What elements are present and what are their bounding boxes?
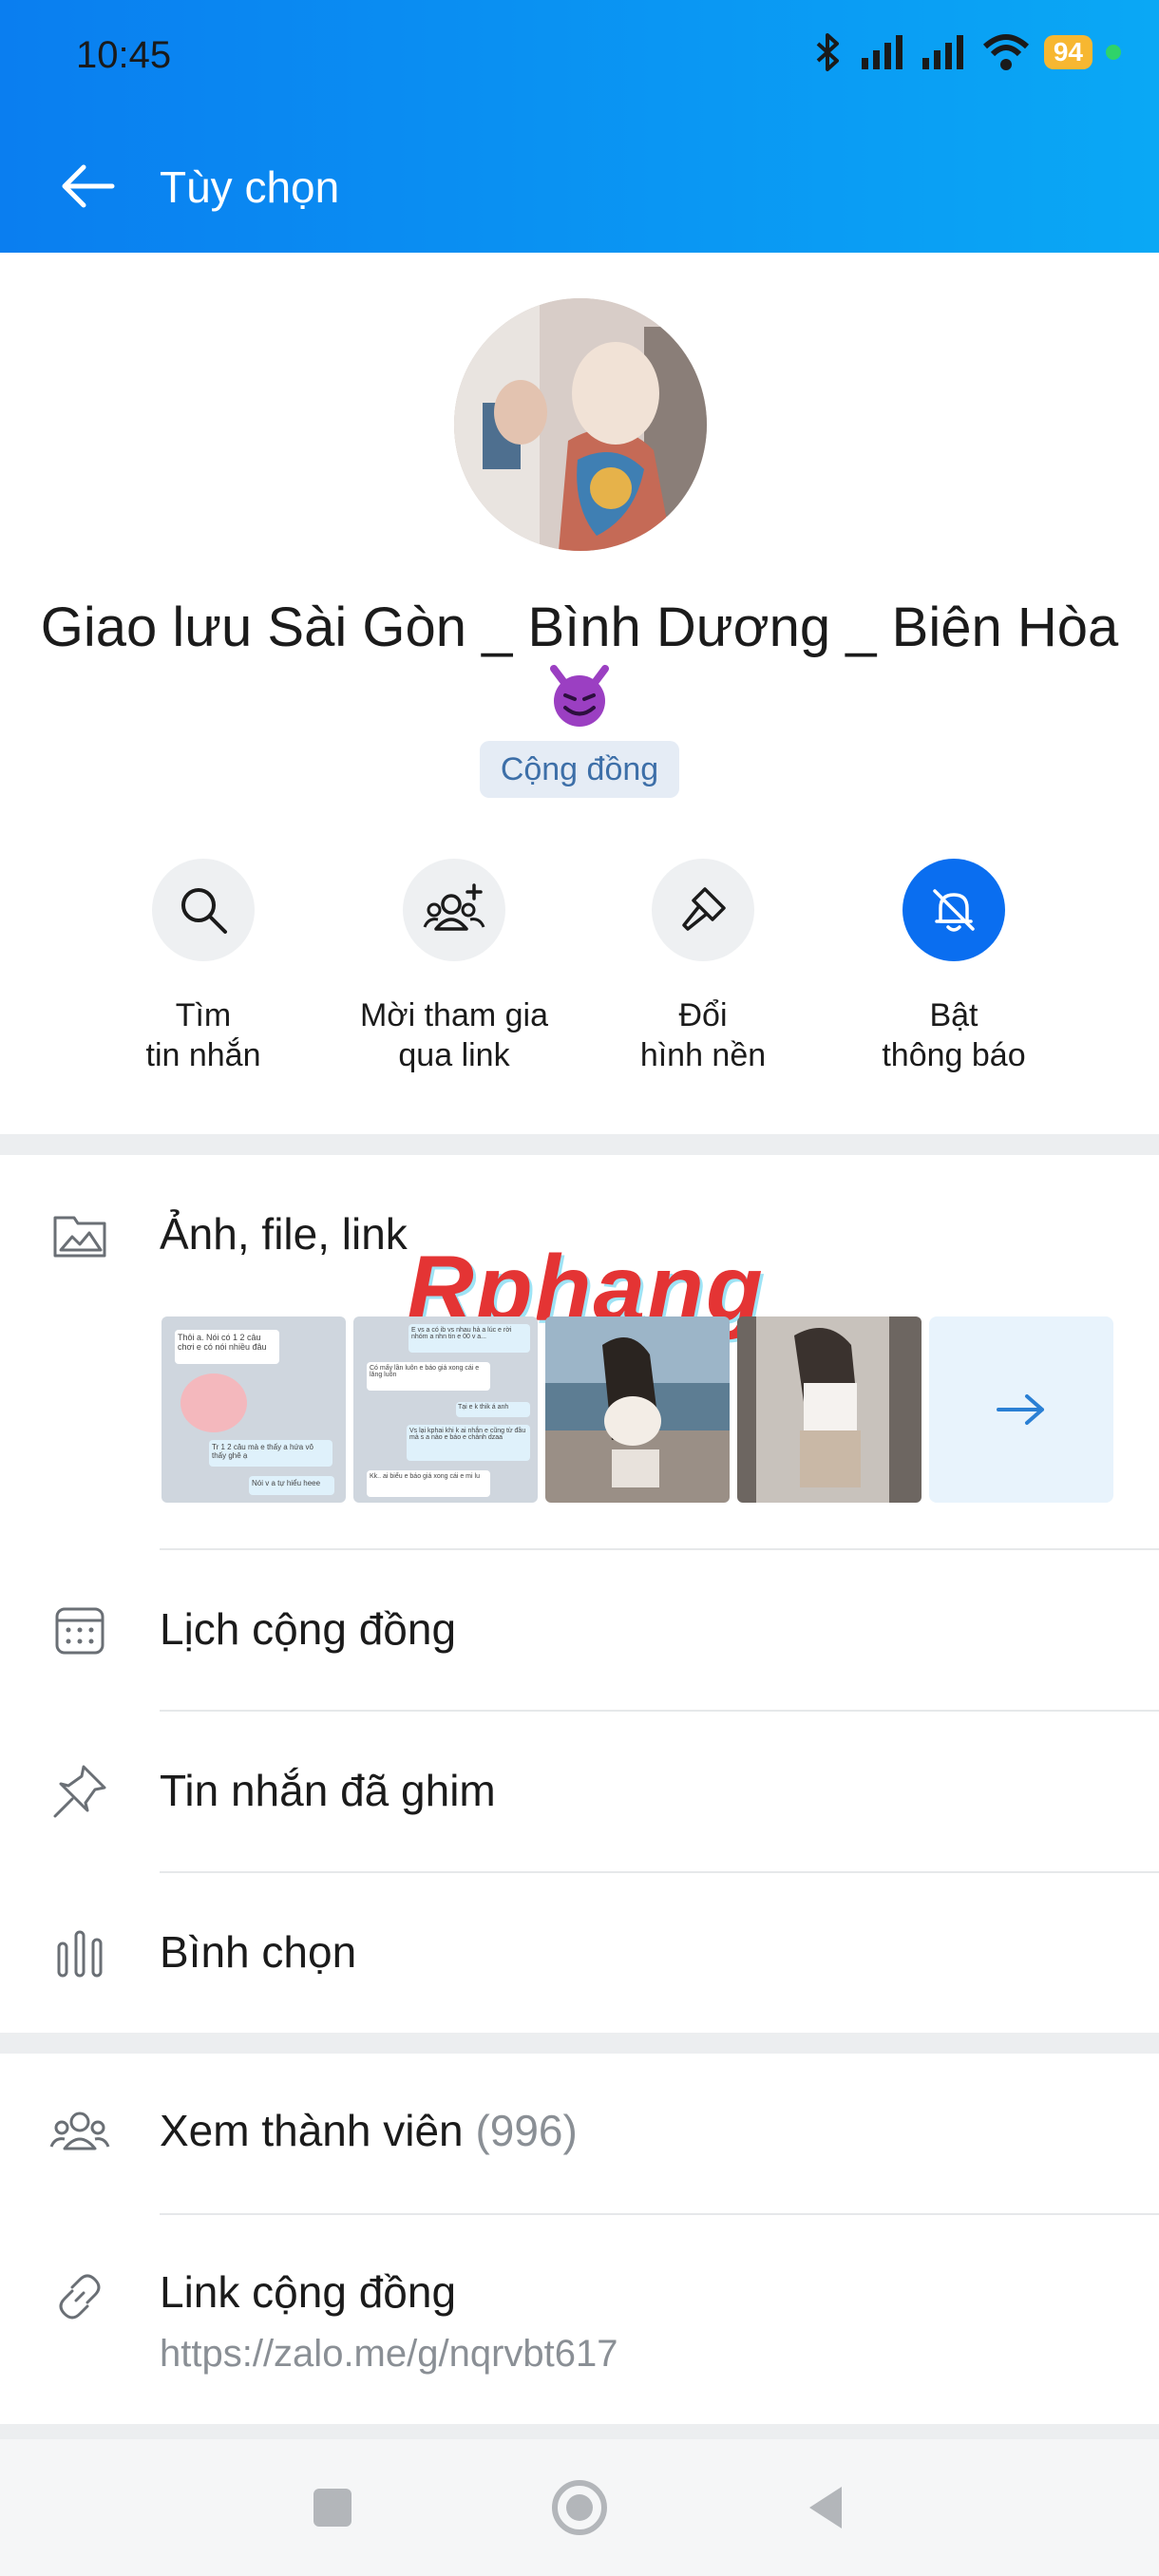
view-members-row[interactable]: Xem thành viên (996)	[0, 2054, 1159, 2213]
action-label: Tìm tin nhắn	[89, 995, 317, 1075]
search-button[interactable]	[152, 859, 255, 961]
action-label-line2: tin nhắn	[145, 1037, 261, 1073]
section-separator	[0, 1134, 1159, 1155]
action-label-line1: Tìm	[175, 997, 232, 1033]
home-button-icon[interactable]	[549, 2477, 610, 2538]
action-label: Mời tham gia qua link	[340, 995, 568, 1075]
action-label-line2: thông báo	[882, 1037, 1026, 1073]
bluetooth-icon	[816, 33, 839, 71]
link-url[interactable]: https://zalo.me/g/nqrvbt617	[160, 2333, 618, 2376]
wifi-icon	[982, 34, 1029, 70]
signal-icon	[861, 35, 902, 69]
status-dot	[1106, 45, 1121, 60]
menu-item-calendar[interactable]: Lịch cộng đồng	[0, 1550, 1159, 1710]
action-search-messages[interactable]: Tìm tin nhắn	[89, 859, 317, 1075]
status-time: 10:45	[76, 34, 172, 76]
chat-bubble: Tại e k thik á anh	[456, 1402, 530, 1417]
group-avatar[interactable]	[454, 298, 707, 551]
beach-photo	[545, 1316, 730, 1503]
action-enable-notifications[interactable]: Bật thông báo	[840, 859, 1068, 1075]
community-badge: Cộng đồng	[480, 741, 679, 798]
signal-icon-2	[922, 35, 963, 69]
media-thumbnails: Thôi a. Nói có 1 2 câu chơi e có nói nhi…	[162, 1316, 1113, 1503]
media-thumb[interactable]	[737, 1316, 922, 1503]
media-thumb[interactable]	[545, 1316, 730, 1503]
media-thumb[interactable]: E vs a có ib vs nhau hả a lúc e rời nhóm…	[353, 1316, 538, 1503]
media-label[interactable]: Ảnh, file, link	[160, 1208, 408, 1260]
menu-item-label: Tin nhắn đã ghim	[160, 1766, 496, 1815]
action-label-line2: qua link	[398, 1037, 510, 1073]
chat-bubble: Kk.. ai biểu e báo giá xong cái e mi lu	[367, 1470, 490, 1497]
status-bar: 10:45 94	[0, 0, 1159, 114]
menu-item-label: Lịch cộng đồng	[160, 1604, 457, 1654]
app-header: 10:45 94 Tùy chọn	[0, 0, 1159, 253]
nav-bar: Tùy chọn	[0, 142, 1159, 228]
action-label-line2: hình nền	[639, 1037, 767, 1073]
link-label: Link cộng đồng	[160, 2267, 457, 2317]
status-icons: 94	[808, 32, 1121, 72]
search-icon	[181, 888, 227, 934]
menu-item-pinned-messages[interactable]: Tin nhắn đã ghim	[0, 1712, 1159, 1871]
back-arrow-icon[interactable]	[59, 160, 116, 213]
add-people-icon	[423, 883, 485, 931]
action-invite-link[interactable]: Mời tham gia qua link	[340, 859, 568, 1075]
avatar-image	[454, 298, 707, 551]
image-folder-icon	[53, 1216, 106, 1258]
chat-bubble: Vs lại kphai khi k ai nhắn e cũng từ đầu…	[407, 1425, 530, 1461]
action-label: Đổi hình nền	[589, 995, 817, 1075]
members-label-wrap: Xem thành viên (996)	[160, 2105, 578, 2156]
view-more-media-button[interactable]	[929, 1316, 1113, 1503]
community-link-row[interactable]: Link cộng đồng https://zalo.me/g/nqrvbt6…	[0, 2215, 1159, 2424]
chat-bubble: Thôi a. Nói có 1 2 câu chơi e có nói nhi…	[175, 1330, 279, 1364]
brush-icon	[682, 887, 726, 931]
pig-sticker	[180, 1373, 247, 1432]
calendar-icon	[55, 1607, 104, 1655]
page-title: Tùy chọn	[160, 162, 340, 212]
system-navigation-bar	[0, 2439, 1159, 2576]
bell-off-icon	[933, 889, 975, 932]
members-label: Xem thành viên	[160, 2106, 464, 2155]
back-button-icon[interactable]	[796, 2477, 857, 2538]
chat-bubble: Nói v a tự hiểu heee	[249, 1476, 334, 1495]
recents-button-icon[interactable]	[302, 2477, 363, 2538]
action-label: Bật thông báo	[840, 995, 1068, 1075]
wallpaper-button[interactable]	[652, 859, 754, 961]
invite-button[interactable]	[403, 859, 505, 961]
members-count: (996)	[475, 2106, 578, 2155]
action-label-line1: Bật	[929, 997, 978, 1033]
arrow-right-icon	[997, 1394, 1044, 1425]
members-icon	[49, 2112, 110, 2150]
chat-bubble: Tr 1 2 câu mà e thấy a hứa vô thấy ghê ạ	[209, 1440, 332, 1467]
chat-bubble: Có mấy lần luôn e báo giá xong cái e lăn…	[367, 1362, 490, 1391]
devil-emoji-icon	[550, 665, 609, 727]
action-change-wallpaper[interactable]: Đổi hình nền	[589, 859, 817, 1075]
pin-icon	[53, 1765, 106, 1818]
mirror-selfie-photo	[737, 1316, 922, 1503]
link-icon	[59, 2274, 101, 2320]
battery-indicator: 94	[1043, 35, 1092, 69]
menu-item-label: Bình chọn	[160, 1927, 357, 1977]
section-separator	[0, 2424, 1159, 2439]
menu-item-poll[interactable]: Bình chọn	[0, 1873, 1159, 2033]
chat-bubble: E vs a có ib vs nhau hả a lúc e rời nhóm…	[408, 1324, 530, 1353]
action-label-line1: Đổi	[678, 997, 728, 1033]
notifications-button[interactable]	[902, 859, 1005, 961]
media-thumb[interactable]: Thôi a. Nói có 1 2 câu chơi e có nói nhi…	[162, 1316, 346, 1503]
poll-icon	[57, 1930, 103, 1978]
action-label-line1: Mời tham gia	[359, 997, 549, 1033]
group-name: Giao lưu Sài Gòn _ Bình Dương _ Biên Hòa	[40, 597, 1119, 658]
section-separator	[0, 2033, 1159, 2054]
